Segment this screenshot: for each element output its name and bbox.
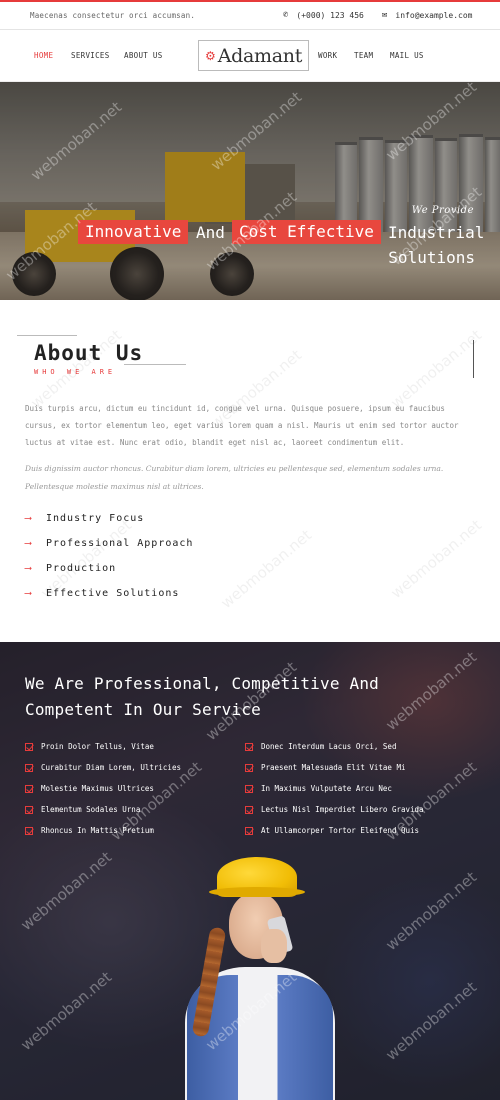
phone-icon: ✆: [283, 10, 289, 20]
checkbox-icon: [25, 784, 33, 793]
logo-text: Adamant: [217, 44, 303, 67]
service-label: Donec Interdum Lacus Orci, Sed: [261, 742, 397, 751]
checkbox-icon: [245, 784, 253, 793]
service-label: Molestie Maximus Ultrices: [41, 784, 154, 793]
service-item: Rhoncus In Mattis Pretium: [25, 826, 154, 835]
service-item: Praesent Malesuada Elit Vitae Mi: [245, 763, 406, 772]
arrow-right-icon: ⟶: [25, 513, 33, 524]
service-label: Proin Dolor Tellus, Vitae: [41, 742, 154, 751]
checkbox-icon: [25, 763, 33, 772]
service-label: At Ullamcorper Tortor Eleifend Quis: [261, 826, 420, 835]
service-item: Molestie Maximus Ultrices: [25, 784, 154, 793]
feature-item[interactable]: ⟶ Industry Focus: [25, 513, 144, 524]
hero-overlay: [0, 82, 500, 300]
service-label: Rhoncus In Mattis Pretium: [41, 826, 154, 835]
top-bar-tagline: Maecenas consectetur orci accumsan.: [30, 11, 196, 20]
service-label: Curabitur Diam Lorem, Ultricies: [41, 763, 181, 772]
services-section: We Are Professional, Competitive And Com…: [0, 642, 500, 1100]
about-subtitle: WHO WE ARE: [34, 368, 117, 376]
hero-banner: We Provide Innovative And Cost Effective…: [0, 82, 500, 300]
worker-hand: [261, 929, 287, 963]
checkbox-icon: [245, 763, 253, 772]
nav-mail-us[interactable]: MAIL US: [390, 51, 424, 60]
service-item: Lectus Nisl Imperdiet Libero Gravida: [245, 805, 424, 814]
feature-label: Professional Approach: [46, 538, 194, 549]
checkbox-icon: [25, 826, 33, 835]
feature-label: Industry Focus: [46, 513, 145, 524]
about-paragraph: Duis turpis arcu, dictum eu tincidunt id…: [25, 404, 459, 447]
nav-home[interactable]: HOME: [34, 51, 53, 60]
email-contact[interactable]: ✉ info@example.com: [382, 10, 472, 20]
services-heading: We Are Professional, Competitive And Com…: [25, 674, 379, 719]
service-label: Praesent Malesuada Elit Vitae Mi: [261, 763, 406, 772]
checkbox-icon: [25, 742, 33, 751]
main-navigation: HOME SERVICES ABOUT US ⚙ Adamant WORK TE…: [0, 30, 500, 82]
divider: [473, 340, 474, 378]
checkbox-icon: [245, 805, 253, 814]
site-logo[interactable]: ⚙ Adamant: [198, 40, 309, 71]
feature-item[interactable]: ⟶ Production: [25, 563, 116, 574]
feature-label: Effective Solutions: [46, 588, 180, 599]
envelope-icon: ✉: [382, 10, 388, 20]
service-item: Curabitur Diam Lorem, Ultricies: [25, 763, 181, 772]
service-item: Proin Dolor Tellus, Vitae: [25, 742, 154, 751]
checkbox-icon: [245, 826, 253, 835]
arrow-right-icon: ⟶: [25, 538, 33, 549]
nav-work[interactable]: WORK: [318, 51, 337, 60]
feature-label: Production: [46, 563, 117, 574]
top-bar: Maecenas consectetur orci accumsan. ✆ (+…: [0, 0, 500, 30]
worker-photo: [165, 857, 345, 1100]
hero-highlight-cost-effective: Cost Effective: [232, 220, 381, 244]
watermark: webmoban.net: [217, 525, 316, 613]
hero-highlight-innovative: Innovative: [78, 220, 189, 244]
hard-hat-brim: [209, 887, 305, 897]
divider: [17, 335, 77, 336]
service-label: Lectus Nisl Imperdiet Libero Gravida: [261, 805, 424, 814]
arrow-right-icon: ⟶: [25, 563, 33, 574]
nav-services[interactable]: SERVICES: [71, 51, 110, 60]
service-item: Elementum Sodales Urna: [25, 805, 140, 814]
phone-number[interactable]: (+000) 123 456: [296, 11, 363, 20]
checkbox-icon: [245, 742, 253, 751]
gear-icon: ⚙: [204, 48, 216, 63]
arrow-right-icon: ⟶: [25, 588, 33, 599]
service-item: At Ullamcorper Tortor Eleifend Quis: [245, 826, 419, 835]
service-item: Donec Interdum Lacus Orci, Sed: [245, 742, 396, 751]
hero-connector: And: [196, 223, 225, 242]
feature-item[interactable]: ⟶ Professional Approach: [25, 538, 193, 549]
nav-about-us[interactable]: ABOUT US: [124, 51, 163, 60]
checkbox-icon: [25, 805, 33, 814]
phone-contact[interactable]: ✆ (+000) 123 456: [283, 10, 364, 20]
service-label: In Maximus Vulputate Arcu Nec: [261, 784, 392, 793]
hero-line-2: Solutions: [388, 248, 475, 267]
feature-item[interactable]: ⟶ Effective Solutions: [25, 588, 179, 599]
service-item: In Maximus Vulputate Arcu Nec: [245, 784, 392, 793]
service-label: Elementum Sodales Urna: [41, 805, 141, 814]
about-paragraph-italic: Duis dignissim auctor rhoncus. Curabitur…: [25, 464, 444, 491]
email-address[interactable]: info@example.com: [395, 11, 472, 20]
hero-kicker: We Provide: [411, 205, 474, 216]
nav-team[interactable]: TEAM: [354, 51, 373, 60]
watermark: webmoban.net: [387, 515, 486, 603]
hero-tail: Industrial: [388, 223, 485, 242]
about-title: About Us: [34, 341, 144, 365]
about-section: About Us WHO WE ARE Duis turpis arcu, di…: [0, 300, 500, 642]
